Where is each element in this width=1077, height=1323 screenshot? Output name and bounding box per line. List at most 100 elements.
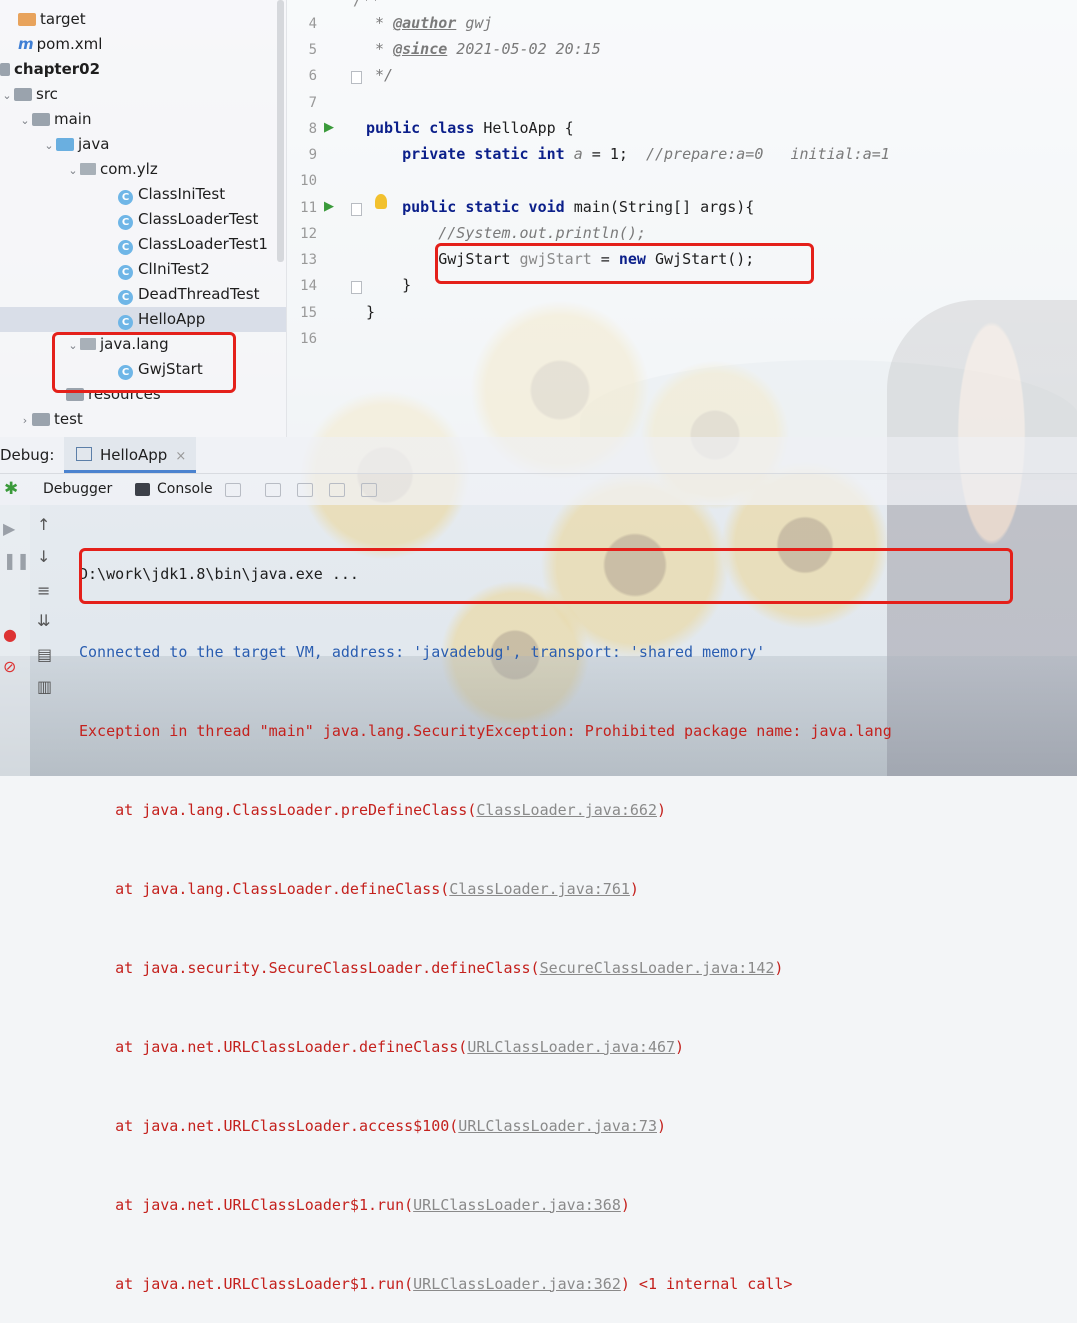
tree-item-label: test: [54, 410, 83, 428]
mute-breakpoints-icon[interactable]: ⊘: [3, 657, 16, 676]
tree-item-classloadertest1[interactable]: C ClassLoaderTest1: [0, 232, 286, 257]
console-side-toolbar: ↑ ↓ ≡ ⇊ ▤ ▥: [30, 505, 60, 776]
tree-item-helloapp[interactable]: C HelloApp: [0, 307, 286, 332]
class-icon: C: [118, 315, 133, 330]
force-step-into-icon[interactable]: [329, 483, 345, 497]
run-gutter-icon[interactable]: ▶: [324, 120, 334, 135]
doc-value: 2021-05-02 20:15: [447, 40, 601, 58]
breakpoints-icon[interactable]: ●: [3, 625, 17, 644]
stack-text: at java.net.URLClassLoader.defineClass(: [79, 1037, 468, 1056]
console-line: Connected to the target VM, address: 'ja…: [79, 643, 766, 662]
fold-marker-icon[interactable]: [351, 203, 362, 216]
code-editor[interactable]: /** 4 5 6 7 8 9 10 11 12 13 14 15 16 ▶ ▶…: [287, 0, 1077, 437]
pause-icon[interactable]: ❚❚: [3, 551, 30, 570]
stack-text: ): [675, 1037, 685, 1056]
source-link[interactable]: ClassLoader.java:761: [449, 880, 630, 898]
line-number: 5: [308, 42, 317, 58]
step-out-icon[interactable]: [361, 483, 377, 497]
line-number: 11: [300, 200, 317, 216]
keyword: private static int: [402, 145, 565, 163]
source-link[interactable]: URLClassLoader.java:73: [458, 1117, 657, 1135]
tree-item-main[interactable]: ⌄ main: [0, 107, 286, 132]
rerun-icon[interactable]: ▶: [3, 519, 15, 538]
tab-debugger[interactable]: Debugger: [43, 481, 112, 497]
tab-helloapp[interactable]: HelloApp ×: [64, 437, 197, 473]
chevron-down-icon[interactable]: ⌄: [0, 83, 14, 108]
stack-text: ): [629, 880, 639, 899]
source-link[interactable]: URLClassLoader.java:467: [467, 1038, 675, 1056]
class-icon: C: [118, 290, 133, 305]
arrow-up-icon[interactable]: ↑: [37, 515, 50, 534]
step-over-icon[interactable]: [265, 483, 281, 497]
source-link[interactable]: ClassLoader.java:662: [476, 801, 657, 819]
annotation-box-code: [435, 243, 814, 284]
code-line-11: public static void main(String[] args){: [366, 198, 754, 216]
code-line-15: }: [366, 303, 375, 321]
debug-tabs-row: ✱ Debugger Console: [0, 474, 1077, 505]
tree-item-com-ylz[interactable]: ⌄ com.ylz: [0, 157, 286, 182]
stack-frame: at java.net.URLClassLoader$1.run(URLClas…: [79, 1271, 892, 1297]
tree-item-target[interactable]: target: [0, 7, 286, 32]
code-line-6: */: [366, 66, 393, 84]
code-text: main(String[] args){: [564, 198, 755, 216]
line-number: 15: [300, 305, 317, 321]
code-line-8: public class HelloApp {: [366, 119, 574, 137]
source-link[interactable]: URLClassLoader.java:368: [413, 1196, 621, 1214]
tree-item-label: pom.xml: [36, 35, 103, 53]
tree-item-deadthreadtest[interactable]: C DeadThreadTest: [0, 282, 286, 307]
variable: a: [564, 145, 583, 163]
maven-icon: m: [18, 35, 34, 53]
fold-marker-icon[interactable]: [351, 281, 362, 294]
run-gutter-icon[interactable]: ▶: [324, 199, 334, 214]
line-comment: //System.out.println();: [438, 224, 646, 242]
tab-label: HelloApp: [100, 446, 168, 464]
tree-item-chapter02[interactable]: chapter02: [0, 57, 286, 82]
step-into-icon[interactable]: [297, 483, 313, 497]
line-number: 14: [300, 278, 317, 294]
chevron-down-icon[interactable]: ⌄: [42, 133, 56, 158]
console-output[interactable]: D:\work\jdk1.8\bin\java.exe ... Connecte…: [79, 508, 892, 1323]
line-number: 4: [308, 16, 317, 32]
folder-icon: [14, 88, 32, 101]
stack-text: ) <1 internal call>: [620, 1274, 793, 1293]
tree-item-classinitest[interactable]: C ClassIniTest: [0, 182, 286, 207]
chevron-down-icon[interactable]: ⌄: [18, 108, 32, 133]
tree-item-java[interactable]: ⌄ java: [0, 132, 286, 157]
stack-text: at java.net.URLClassLoader$1.run(: [79, 1274, 414, 1293]
line-number: 12: [300, 226, 317, 242]
source-link[interactable]: URLClassLoader.java:362: [413, 1275, 621, 1293]
fold-marker-icon[interactable]: [351, 71, 362, 84]
tree-item-label: ClIniTest2: [138, 260, 210, 278]
source-link[interactable]: SecureClassLoader.java:142: [540, 959, 775, 977]
debug-side-toolbar: ▶ ❚❚ ● ⊘: [0, 505, 30, 776]
tab-console[interactable]: Console: [157, 481, 213, 497]
arrow-down-icon[interactable]: ↓: [37, 547, 50, 566]
chevron-down-icon[interactable]: ⌄: [66, 158, 80, 183]
chevron-right-icon[interactable]: ›: [18, 408, 32, 433]
stack-text: ): [774, 959, 784, 978]
run-config-icon: [76, 447, 92, 461]
comment-start: /**: [353, 0, 381, 9]
tree-item-clinitest2[interactable]: C ClIniTest2: [0, 257, 286, 282]
line-number: 10: [300, 173, 317, 189]
tree-item-pom[interactable]: m pom.xml: [0, 32, 286, 57]
bug-icon: ✱: [4, 479, 19, 499]
code-line-14: }: [366, 276, 411, 294]
stack-frame: at java.net.URLClassLoader.defineClass(U…: [79, 1034, 892, 1060]
class-icon: C: [118, 190, 133, 205]
code-text: }: [402, 276, 412, 294]
close-icon[interactable]: ×: [175, 449, 186, 464]
menu-icon[interactable]: [225, 483, 241, 497]
doc-value: gwj: [456, 14, 493, 32]
tree-item-src[interactable]: ⌄ src: [0, 82, 286, 107]
line-number: 16: [300, 331, 317, 347]
scroll-to-end-icon[interactable]: ⇊: [37, 611, 50, 630]
tree-item-classloadertest[interactable]: C ClassLoaderTest: [0, 207, 286, 232]
stack-text: at java.security.SecureClassLoader.defin…: [79, 959, 540, 978]
line-number: 7: [308, 95, 317, 111]
print-icon[interactable]: ▤: [37, 645, 52, 664]
trash-icon[interactable]: ▥: [37, 677, 52, 696]
tree-item-test[interactable]: › test: [0, 407, 286, 432]
tree-item-label: ClassIniTest: [138, 185, 226, 203]
soft-wrap-icon[interactable]: ≡: [37, 581, 50, 600]
